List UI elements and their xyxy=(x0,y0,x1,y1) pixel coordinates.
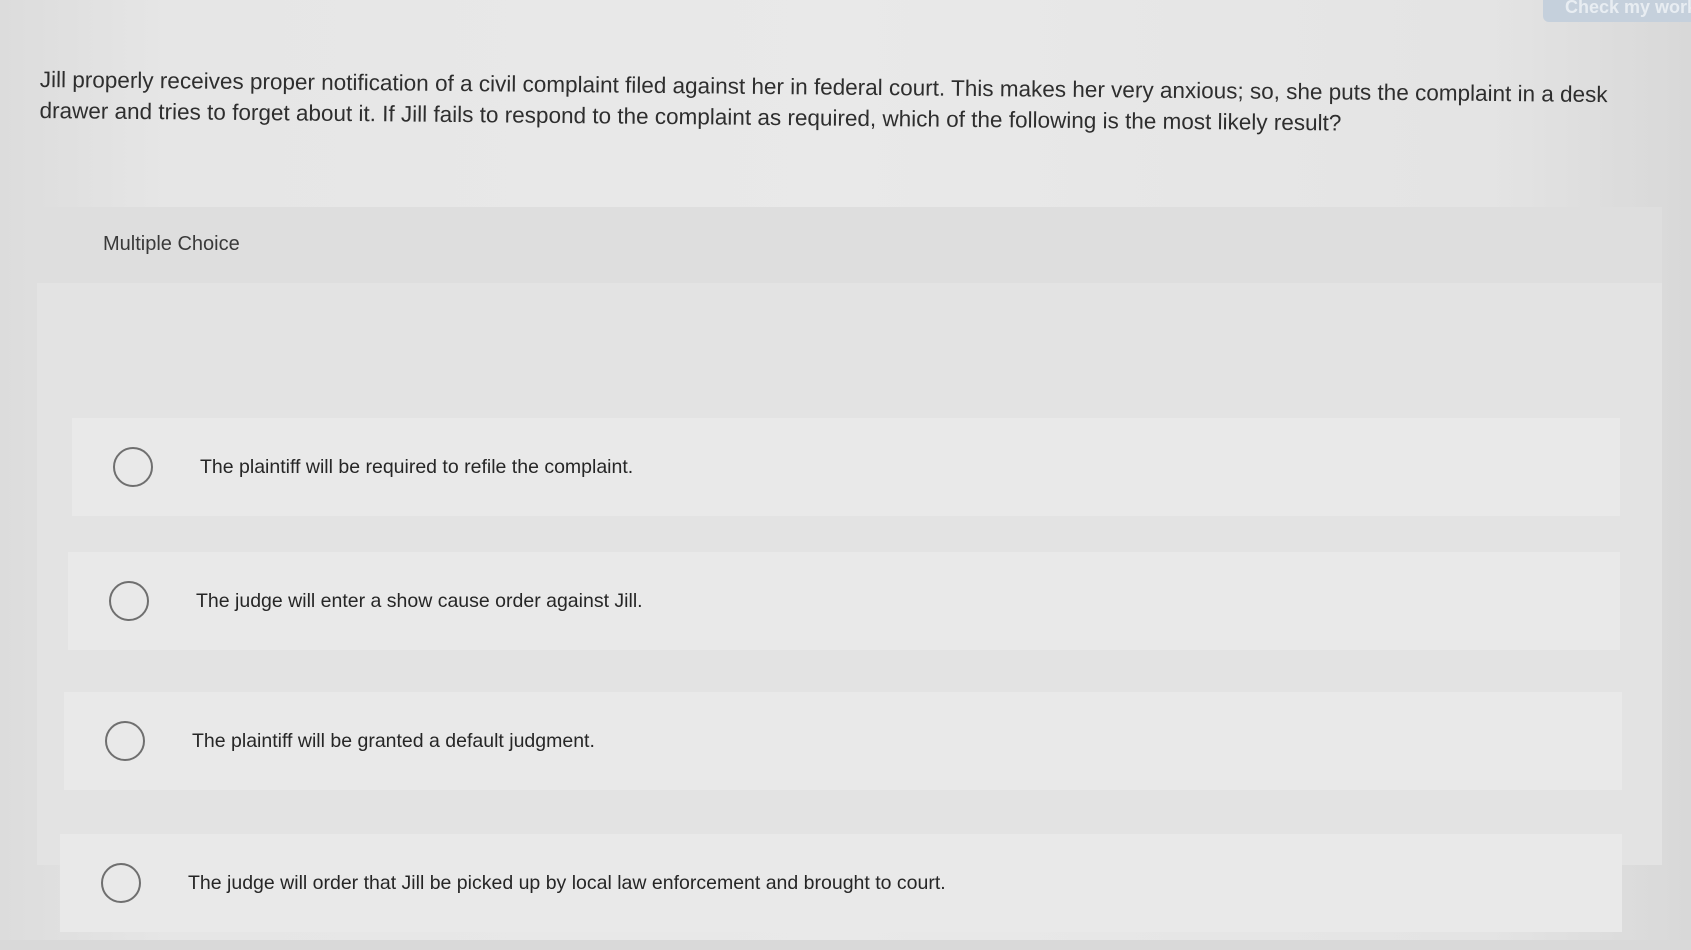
panel-header: Multiple Choice xyxy=(37,207,1662,283)
options-list: The plaintiff will be required to refile… xyxy=(37,283,1662,932)
radio-button-3[interactable] xyxy=(105,721,145,761)
answer-option-2-label: The judge will enter a show cause order … xyxy=(196,589,643,612)
multiple-choice-panel: Multiple Choice The plaintiff will be re… xyxy=(37,207,1662,932)
question-type-label: Multiple Choice xyxy=(103,233,240,255)
answer-option-2[interactable]: The judge will enter a show cause order … xyxy=(68,552,1620,650)
question-prompt: Jill properly receives proper notificati… xyxy=(39,66,1608,136)
check-my-work-button[interactable]: Check my work xyxy=(1543,0,1691,22)
answer-option-3[interactable]: The plaintiff will be granted a default … xyxy=(64,692,1622,790)
answer-option-1[interactable]: The plaintiff will be required to refile… xyxy=(72,418,1620,516)
answer-option-4-label: The judge will order that Jill be picked… xyxy=(188,871,946,894)
radio-button-2[interactable] xyxy=(109,581,149,621)
answer-option-1-label: The plaintiff will be required to refile… xyxy=(200,455,634,478)
answer-option-4[interactable]: The judge will order that Jill be picked… xyxy=(60,834,1622,932)
answer-option-3-label: The plaintiff will be granted a default … xyxy=(192,729,595,752)
radio-button-4[interactable] xyxy=(101,863,141,903)
radio-button-1[interactable] xyxy=(113,447,153,487)
bottom-divider xyxy=(0,940,1691,950)
